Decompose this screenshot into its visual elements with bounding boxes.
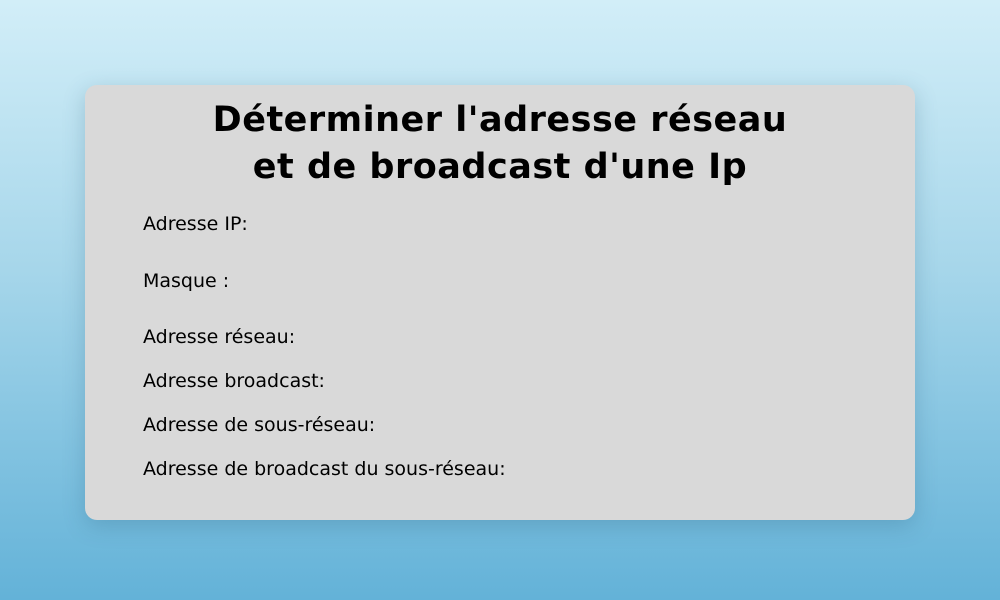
ip-calculator-card: Déterminer l'adresse réseau et de broadc… [85,85,915,520]
page-title-line-1: Déterminer l'adresse réseau [212,100,788,140]
ip-address-label: Adresse IP: [143,213,248,235]
mask-row: Masque : [143,269,249,293]
subnet-address-label: Adresse de sous-réseau: [143,414,376,436]
network-address-row: Adresse réseau: [143,325,315,349]
broadcast-address-row: Adresse broadcast: [143,369,345,393]
subnet-broadcast-address-row: Adresse de broadcast du sous-réseau: [143,457,526,481]
page-title: Déterminer l'adresse réseau et de broadc… [85,97,915,191]
page-title-line-2: et de broadcast d'une Ip [252,147,748,187]
subnet-address-row: Adresse de sous-réseau: [143,413,395,437]
network-address-label: Adresse réseau: [143,326,296,348]
ip-address-row: Adresse IP: [143,212,268,236]
broadcast-address-label: Adresse broadcast: [143,370,325,392]
mask-label: Masque : [143,270,230,292]
subnet-broadcast-address-label: Adresse de broadcast du sous-réseau: [143,458,506,480]
